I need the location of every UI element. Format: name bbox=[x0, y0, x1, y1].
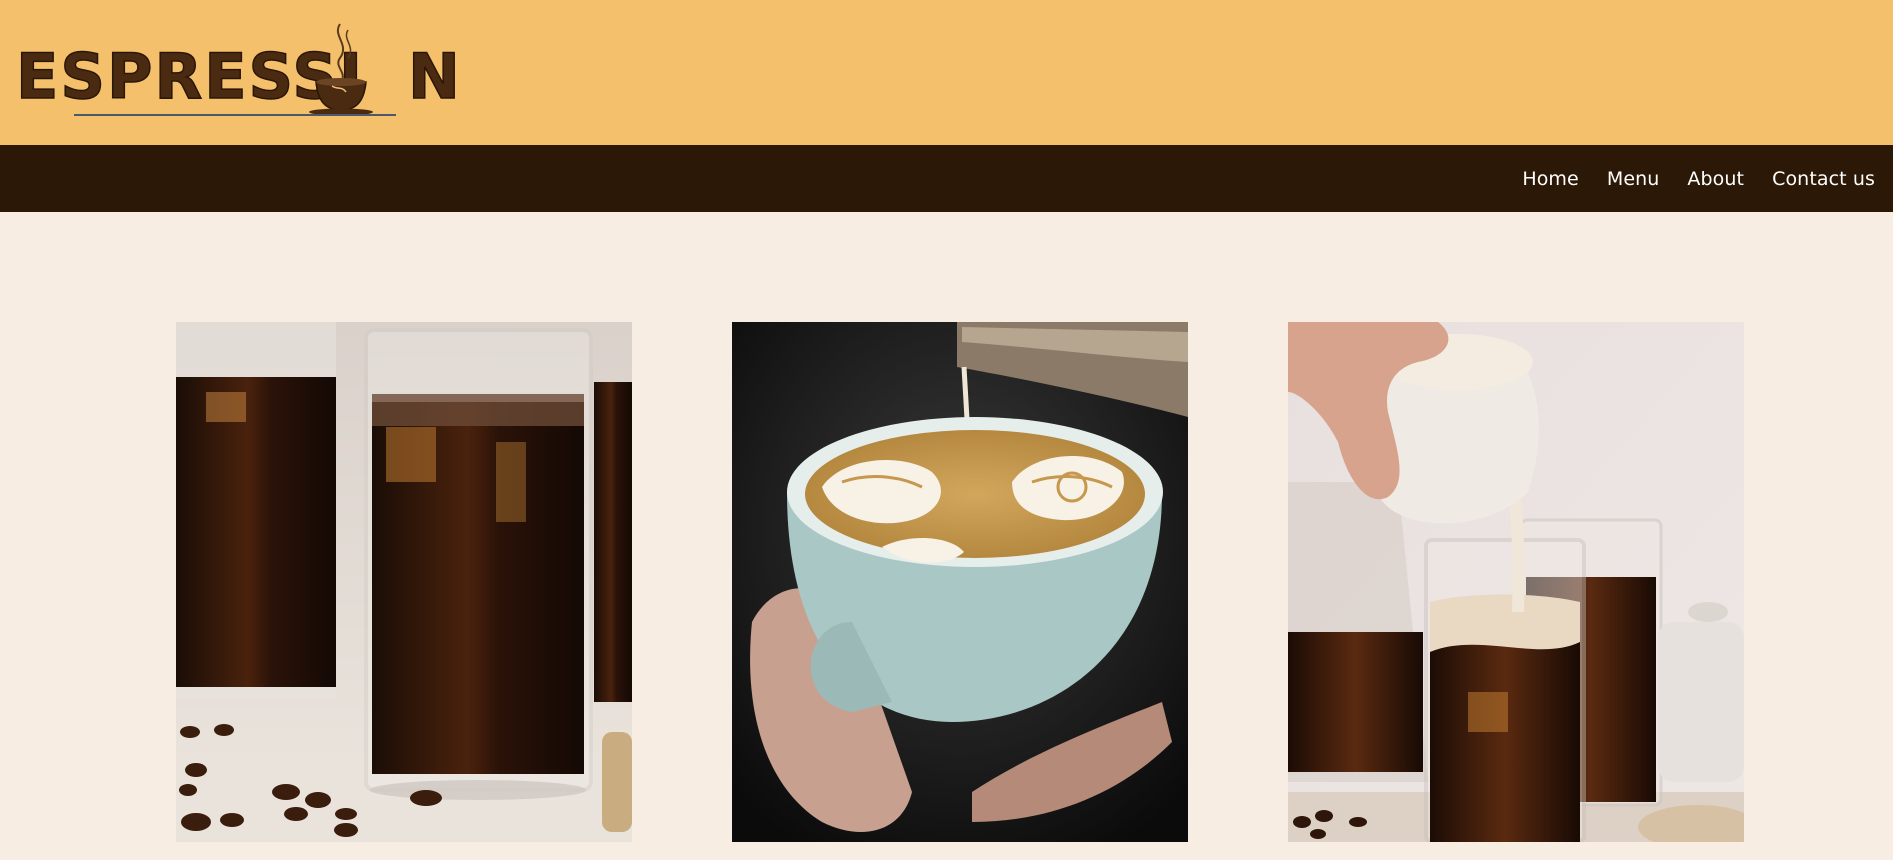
nav-item-about: About bbox=[1687, 168, 1744, 190]
nav-item-home: Home bbox=[1522, 168, 1579, 190]
nav-link-contact[interactable]: Contact us bbox=[1772, 168, 1875, 190]
latte-art-pour-photo bbox=[732, 322, 1188, 842]
site-logo[interactable]: ESPRESSI N bbox=[16, 16, 456, 121]
nav-links: Home Menu About Contact us bbox=[1522, 145, 1875, 212]
main-navbar: Home Menu About Contact us bbox=[0, 145, 1893, 212]
iced-coffee-cream-pour-photo bbox=[1288, 322, 1744, 842]
nav-link-home[interactable]: Home bbox=[1522, 168, 1579, 190]
nav-item-contact: Contact us bbox=[1772, 168, 1875, 190]
photo-gallery bbox=[0, 212, 1893, 860]
logo-graphic: ESPRESSI N bbox=[16, 23, 456, 116]
nav-link-about[interactable]: About bbox=[1687, 168, 1744, 190]
logo-text-after: N bbox=[408, 40, 456, 113]
nav-link-menu[interactable]: Menu bbox=[1607, 168, 1660, 190]
logo-text-before: ESPRESSI bbox=[16, 40, 364, 113]
nav-item-menu: Menu bbox=[1607, 168, 1660, 190]
iced-coffee-glasses-photo bbox=[176, 322, 632, 842]
site-header: ESPRESSI N bbox=[0, 0, 1893, 145]
